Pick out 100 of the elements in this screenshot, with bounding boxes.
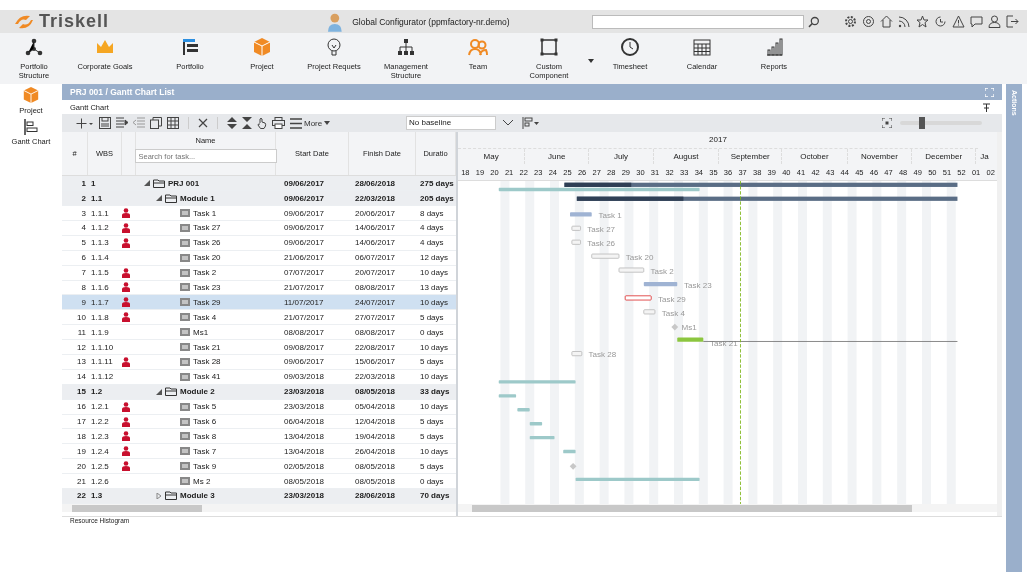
table-row[interactable]: 22 1.3 Module 3 23/03/2018 28/06/2018 70 days [62, 489, 456, 504]
warning-icon[interactable] [952, 15, 965, 28]
table-row[interactable]: 2 1.1 Module 1 09/06/2017 22/03/2018 205 days [62, 191, 456, 207]
collapse-arrow-icon[interactable] [156, 195, 162, 202]
row-number: 4 [80, 223, 87, 233]
panel-title: PRJ 001 / Gantt Chart List [70, 87, 175, 97]
chevron-down-icon [502, 119, 514, 127]
milestone-marker[interactable] [671, 323, 679, 331]
home-icon[interactable] [880, 15, 893, 28]
table-row[interactable]: 10 1.1.8 Task 4 21/07/2017 27/07/2017 5 days [62, 310, 456, 326]
caret-icon[interactable] [588, 59, 594, 63]
start-date-cell-text: 06/04/2018 [283, 417, 326, 426]
layout-icon[interactable] [522, 117, 540, 129]
duration-cell-text: 10 days [419, 372, 450, 382]
finish-date-cell-text: 20/07/2017 [354, 268, 397, 278]
finish-date-cell-text: 08/08/2017 [354, 283, 397, 292]
duration-cell-text: 12 days [419, 253, 450, 263]
nav-icon [692, 37, 712, 57]
row-number: 22 [76, 491, 87, 501]
wbs-cell-text: 1.1.9 [90, 327, 110, 337]
table-row[interactable]: 21 1.2.6 Ms 2 08/05/2018 08/05/2018 0 days [62, 474, 456, 489]
expand-arrow-icon[interactable] [156, 492, 162, 499]
wbs-cell-text: 1.2.6 [90, 476, 110, 486]
add-icon[interactable] [76, 117, 94, 129]
logout-icon[interactable] [1006, 15, 1019, 28]
task-name: Ms 2 [193, 476, 211, 486]
at-sign-icon[interactable] [862, 15, 875, 28]
finish-date-cell-text: 08/08/2017 [354, 327, 397, 337]
finish-date-cell-text: 28/06/2018 [354, 491, 397, 501]
task-name: Task 4 [193, 312, 217, 322]
expand-rows-icon[interactable] [227, 117, 237, 129]
duration-cell-text: 275 days [419, 178, 455, 188]
finish-date-cell-text: 20/06/2017 [354, 208, 397, 218]
table-row[interactable]: 9 1.1.7 Task 29 11/07/2017 24/07/2017 10 days [62, 295, 456, 311]
person-icon [122, 461, 130, 472]
wbs-cell-text: 1.3 [90, 491, 104, 501]
table-row[interactable]: 18 1.2.3 Task 8 13/04/2018 19/04/2018 5 days [62, 429, 456, 445]
milestone-marker[interactable] [569, 462, 577, 470]
horizontal-scrollbar[interactable] [458, 504, 997, 512]
start-date-cell-text: 09/08/2017 [283, 342, 326, 352]
task-bar[interactable] [624, 295, 652, 301]
delete-icon[interactable] [198, 118, 208, 128]
duration-cell-text: 205 days [419, 193, 455, 203]
pin-icon[interactable] [983, 102, 990, 112]
wbs-cell-text: 1.2.3 [90, 431, 110, 441]
finish-date-cell-text: 22/08/2017 [354, 342, 397, 352]
nav-icon [764, 37, 784, 57]
table-row[interactable]: 11 1.1.9 Ms1 08/08/2017 08/08/2017 0 days [62, 325, 456, 341]
finish-date-cell-text: 27/07/2017 [354, 312, 397, 322]
hand-icon[interactable] [257, 117, 267, 129]
month-label: June [525, 148, 590, 165]
help-chat-icon[interactable] [970, 15, 983, 28]
start-date-cell-text: 21/07/2017 [283, 283, 326, 292]
table-row[interactable]: 20 1.2.5 Task 9 02/05/2018 08/05/2018 5 days [62, 459, 456, 475]
wbs-cell-text: 1 [90, 178, 97, 188]
rss-icon[interactable] [898, 15, 911, 28]
more-button[interactable]: More [290, 117, 331, 129]
start-date-cell-text: 23/03/2018 [283, 491, 326, 501]
row-number: 19 [76, 446, 87, 456]
history-icon[interactable] [934, 15, 947, 28]
fit-to-screen-icon[interactable] [882, 118, 892, 128]
table-row[interactable]: 12 1.1.10 Task 21 09/08/2017 22/08/2017 10 days [62, 340, 456, 355]
wbs-cell-text: 1.1.4 [90, 253, 110, 263]
duration-cell-text: 70 days [419, 491, 451, 501]
duration-cell-text: 8 days [419, 208, 445, 218]
search-icon[interactable] [808, 15, 820, 28]
horizontal-scrollbar[interactable] [62, 503, 456, 513]
summary-bar[interactable] [564, 182, 958, 187]
nav-icon [252, 37, 272, 57]
collapse-arrow-icon[interactable] [156, 388, 162, 395]
wbs-cell-text: 1.1.12 [90, 372, 115, 382]
table-row[interactable]: 13 1.1.11 Task 28 09/06/2017 15/06/2017 5 days [62, 355, 456, 370]
caret-icon [324, 121, 331, 125]
folder-icon [165, 491, 177, 501]
duration-cell-text: 5 days [419, 431, 445, 441]
table-row[interactable]: 1 1 PRJ 001 09/06/2017 28/06/2018 275 days [62, 176, 456, 192]
print-icon[interactable] [272, 117, 285, 129]
collapse-arrow-icon[interactable] [144, 180, 150, 187]
table-icon[interactable] [167, 117, 179, 129]
collapse-rows-icon[interactable] [242, 117, 252, 129]
user-icon[interactable] [988, 15, 1001, 28]
duration-cell-text: 4 days [419, 223, 445, 233]
indent-icon[interactable] [116, 117, 128, 129]
copy-icon[interactable] [150, 117, 162, 129]
task-name: Task 21 [193, 342, 221, 352]
star-icon[interactable] [916, 15, 929, 28]
task-icon [180, 402, 190, 411]
start-date-cell-text: 09/06/2017 [283, 193, 326, 203]
slider-thumb[interactable] [919, 117, 926, 129]
table-row[interactable]: 3 1.1.1 Task 1 09/06/2017 20/06/2017 8 days [62, 206, 456, 221]
wbs-cell-text: 1.1.7 [90, 297, 110, 307]
task-icon [180, 223, 190, 232]
row-number: 14 [76, 372, 87, 382]
table-row[interactable]: 19 1.2.4 Task 7 13/04/2018 26/04/2018 10 days [62, 444, 456, 460]
settings-icon[interactable] [844, 15, 857, 28]
start-date-cell-text: 09/06/2017 [283, 238, 326, 248]
task-name: Task 23 [193, 283, 221, 292]
search-field[interactable] [592, 14, 805, 29]
summary-bar[interactable] [576, 196, 958, 201]
save-icon[interactable] [99, 117, 111, 129]
